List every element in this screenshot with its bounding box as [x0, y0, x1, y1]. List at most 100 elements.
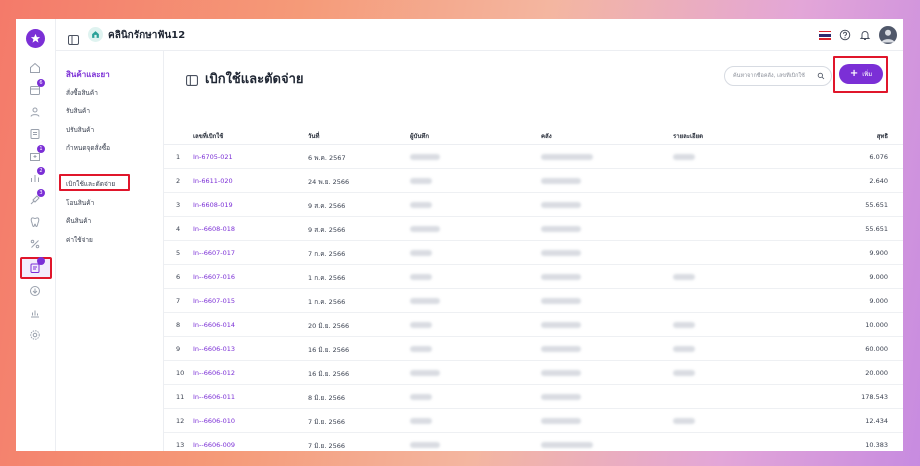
subnav-item-requisition[interactable]: เบิกใช้และตัดจ่าย [66, 179, 115, 189]
table-row[interactable]: 13 In--6606-009 7 มิ.ย. 2566 10.383 [164, 433, 903, 451]
search-box[interactable] [724, 66, 832, 86]
row-date: 1 ก.ค. 2566 [308, 298, 346, 306]
sidebar-toggle-icon[interactable] [68, 30, 79, 45]
doc-number-link[interactable]: In-6705-021 [193, 153, 233, 161]
doc-number-link[interactable]: In--6606-009 [193, 441, 235, 449]
table-row[interactable]: 6 In--6607-016 1 ก.ค. 2566 9.000 [164, 265, 903, 289]
col-detail[interactable]: รายละเอียด [673, 131, 703, 141]
warehouse-redacted [541, 274, 581, 280]
warehouse-redacted [541, 226, 581, 232]
add-button[interactable]: + เพิ่ม [839, 64, 883, 84]
subnav-item-reorder-point[interactable]: กำหนดจุดสั่งซื้อ [66, 143, 110, 153]
row-net: 60.000 [865, 345, 888, 353]
recorder-redacted [410, 178, 432, 184]
subnav-item-transfer[interactable]: โอนสินค้า [66, 198, 94, 208]
row-net: 9.900 [869, 249, 888, 257]
avatar[interactable] [879, 26, 897, 44]
top-bar: คลินิกรักษาฟัน12 [56, 19, 903, 51]
search-input[interactable] [733, 70, 817, 82]
document-icon[interactable] [29, 128, 41, 140]
subnav-item-receive[interactable]: รับสินค้า [66, 106, 90, 116]
table-row[interactable]: 4 In--6608-018 9 ส.ค. 2566 55.651 [164, 217, 903, 241]
calendar-icon[interactable]: 6 [29, 79, 45, 96]
row-date: 24 พ.ย. 2566 [308, 178, 350, 186]
row-date: 7 มิ.ย. 2566 [308, 418, 346, 426]
report-icon[interactable] [29, 307, 41, 319]
doc-number-link[interactable]: In--6606-013 [193, 345, 235, 353]
add-button-label: เพิ่ม [862, 71, 873, 78]
table-row[interactable]: 8 In--6606-014 20 มิ.ย. 2566 10.000 [164, 313, 903, 337]
syringe-icon[interactable]: 3 [29, 189, 45, 206]
row-net: 9.000 [869, 297, 888, 305]
row-date: 20 มิ.ย. 2566 [308, 322, 350, 330]
main-content: เบิกใช้และตัดจ่าย + เพิ่ม เลขที่เบิกใช้ … [164, 51, 903, 451]
warehouse-redacted [541, 322, 581, 328]
doc-number-link[interactable]: In--6606-012 [193, 369, 235, 377]
bell-icon[interactable] [859, 29, 871, 41]
home-icon[interactable] [29, 62, 41, 74]
row-index: 4 [176, 225, 181, 233]
percent-icon[interactable] [29, 238, 41, 250]
doc-number-link[interactable]: In--6607-016 [193, 273, 235, 281]
col-doc-no[interactable]: เลขที่เบิกใช้ [193, 131, 223, 141]
doc-number-link[interactable]: In--6606-014 [193, 321, 235, 329]
col-net[interactable]: สุทธิ [877, 131, 888, 141]
row-net: 10.383 [865, 441, 888, 449]
badge: 3 [37, 189, 45, 197]
badge: 2 [37, 167, 45, 175]
subnav-item-return[interactable]: คืนสินค้า [66, 216, 91, 226]
table-row[interactable]: 5 In--6607-017 7 ก.ค. 2566 9.900 [164, 241, 903, 265]
doc-number-link[interactable]: In--6606-011 [193, 393, 235, 401]
detail-redacted [673, 322, 695, 328]
doc-number-link[interactable]: In--6607-017 [193, 249, 235, 257]
doc-number-link[interactable]: In--6606-010 [193, 417, 235, 425]
col-recorder[interactable]: ผู้บันทึก [410, 131, 429, 141]
subnav-item-expenses[interactable]: ค่าใช้จ่าย [66, 235, 93, 245]
col-warehouse[interactable]: คลัง [541, 131, 552, 141]
page-title: เบิกใช้และตัดจ่าย [205, 72, 304, 87]
row-index: 6 [176, 273, 181, 281]
inventory-icon[interactable] [29, 257, 45, 274]
doc-number-link[interactable]: In-6611-020 [193, 177, 233, 185]
search-icon[interactable] [817, 72, 825, 80]
table-row[interactable]: 7 In--6607-015 1 ก.ค. 2566 9.000 [164, 289, 903, 313]
row-date: 9 ส.ค. 2566 [308, 226, 346, 234]
detail-redacted [673, 370, 695, 376]
table-row[interactable]: 3 In-6608-019 9 ส.ค. 2566 55.651 [164, 193, 903, 217]
gear-icon[interactable] [29, 329, 41, 341]
row-index: 3 [176, 201, 181, 209]
clinic-icon[interactable]: 1 [29, 145, 45, 162]
doc-number-link[interactable]: In--6608-018 [193, 225, 235, 233]
row-net: 55.651 [865, 225, 888, 233]
plus-icon: + [849, 68, 859, 79]
row-net: 2.640 [869, 177, 888, 185]
table-row[interactable]: 2 In-6611-020 24 พ.ย. 2566 2.640 [164, 169, 903, 193]
detail-redacted [673, 346, 695, 352]
thai-flag-icon[interactable] [819, 30, 831, 40]
table-row[interactable]: 11 In--6606-011 8 มิ.ย. 2566 178.543 [164, 385, 903, 409]
table-row[interactable]: 10 In--6606-012 16 มิ.ย. 2566 20.000 [164, 361, 903, 385]
recorder-redacted [410, 154, 440, 160]
clinic-name[interactable]: คลินิกรักษาฟัน12 [108, 28, 185, 43]
subnav-item-adjust[interactable]: ปรับสินค้า [66, 125, 94, 135]
chart-icon[interactable]: 2 [29, 167, 45, 184]
subnav-item-purchase[interactable]: สั่งซื้อสินค้า [66, 88, 98, 98]
help-icon[interactable] [839, 29, 851, 41]
row-index: 11 [176, 393, 185, 401]
icon-rail: 6 1 2 3 [16, 19, 56, 451]
row-net: 178.543 [861, 393, 888, 401]
doc-number-link[interactable]: In-6608-019 [193, 201, 233, 209]
tooth-icon[interactable] [29, 216, 41, 228]
badge: 1 [37, 145, 45, 153]
col-date[interactable]: วันที่ [308, 131, 319, 141]
table-row[interactable]: 1 In-6705-021 6 พ.ค. 2567 6.076 [164, 145, 903, 169]
table-row[interactable]: 9 In--6606-013 16 มิ.ย. 2566 60.000 [164, 337, 903, 361]
row-index: 1 [176, 153, 181, 161]
download-icon[interactable] [29, 285, 41, 297]
clinic-home-icon [88, 27, 103, 42]
star-logo-icon[interactable] [26, 29, 45, 48]
row-index: 5 [176, 249, 181, 257]
table-row[interactable]: 12 In--6606-010 7 มิ.ย. 2566 12.434 [164, 409, 903, 433]
user-icon[interactable] [29, 106, 41, 118]
doc-number-link[interactable]: In--6607-015 [193, 297, 235, 305]
